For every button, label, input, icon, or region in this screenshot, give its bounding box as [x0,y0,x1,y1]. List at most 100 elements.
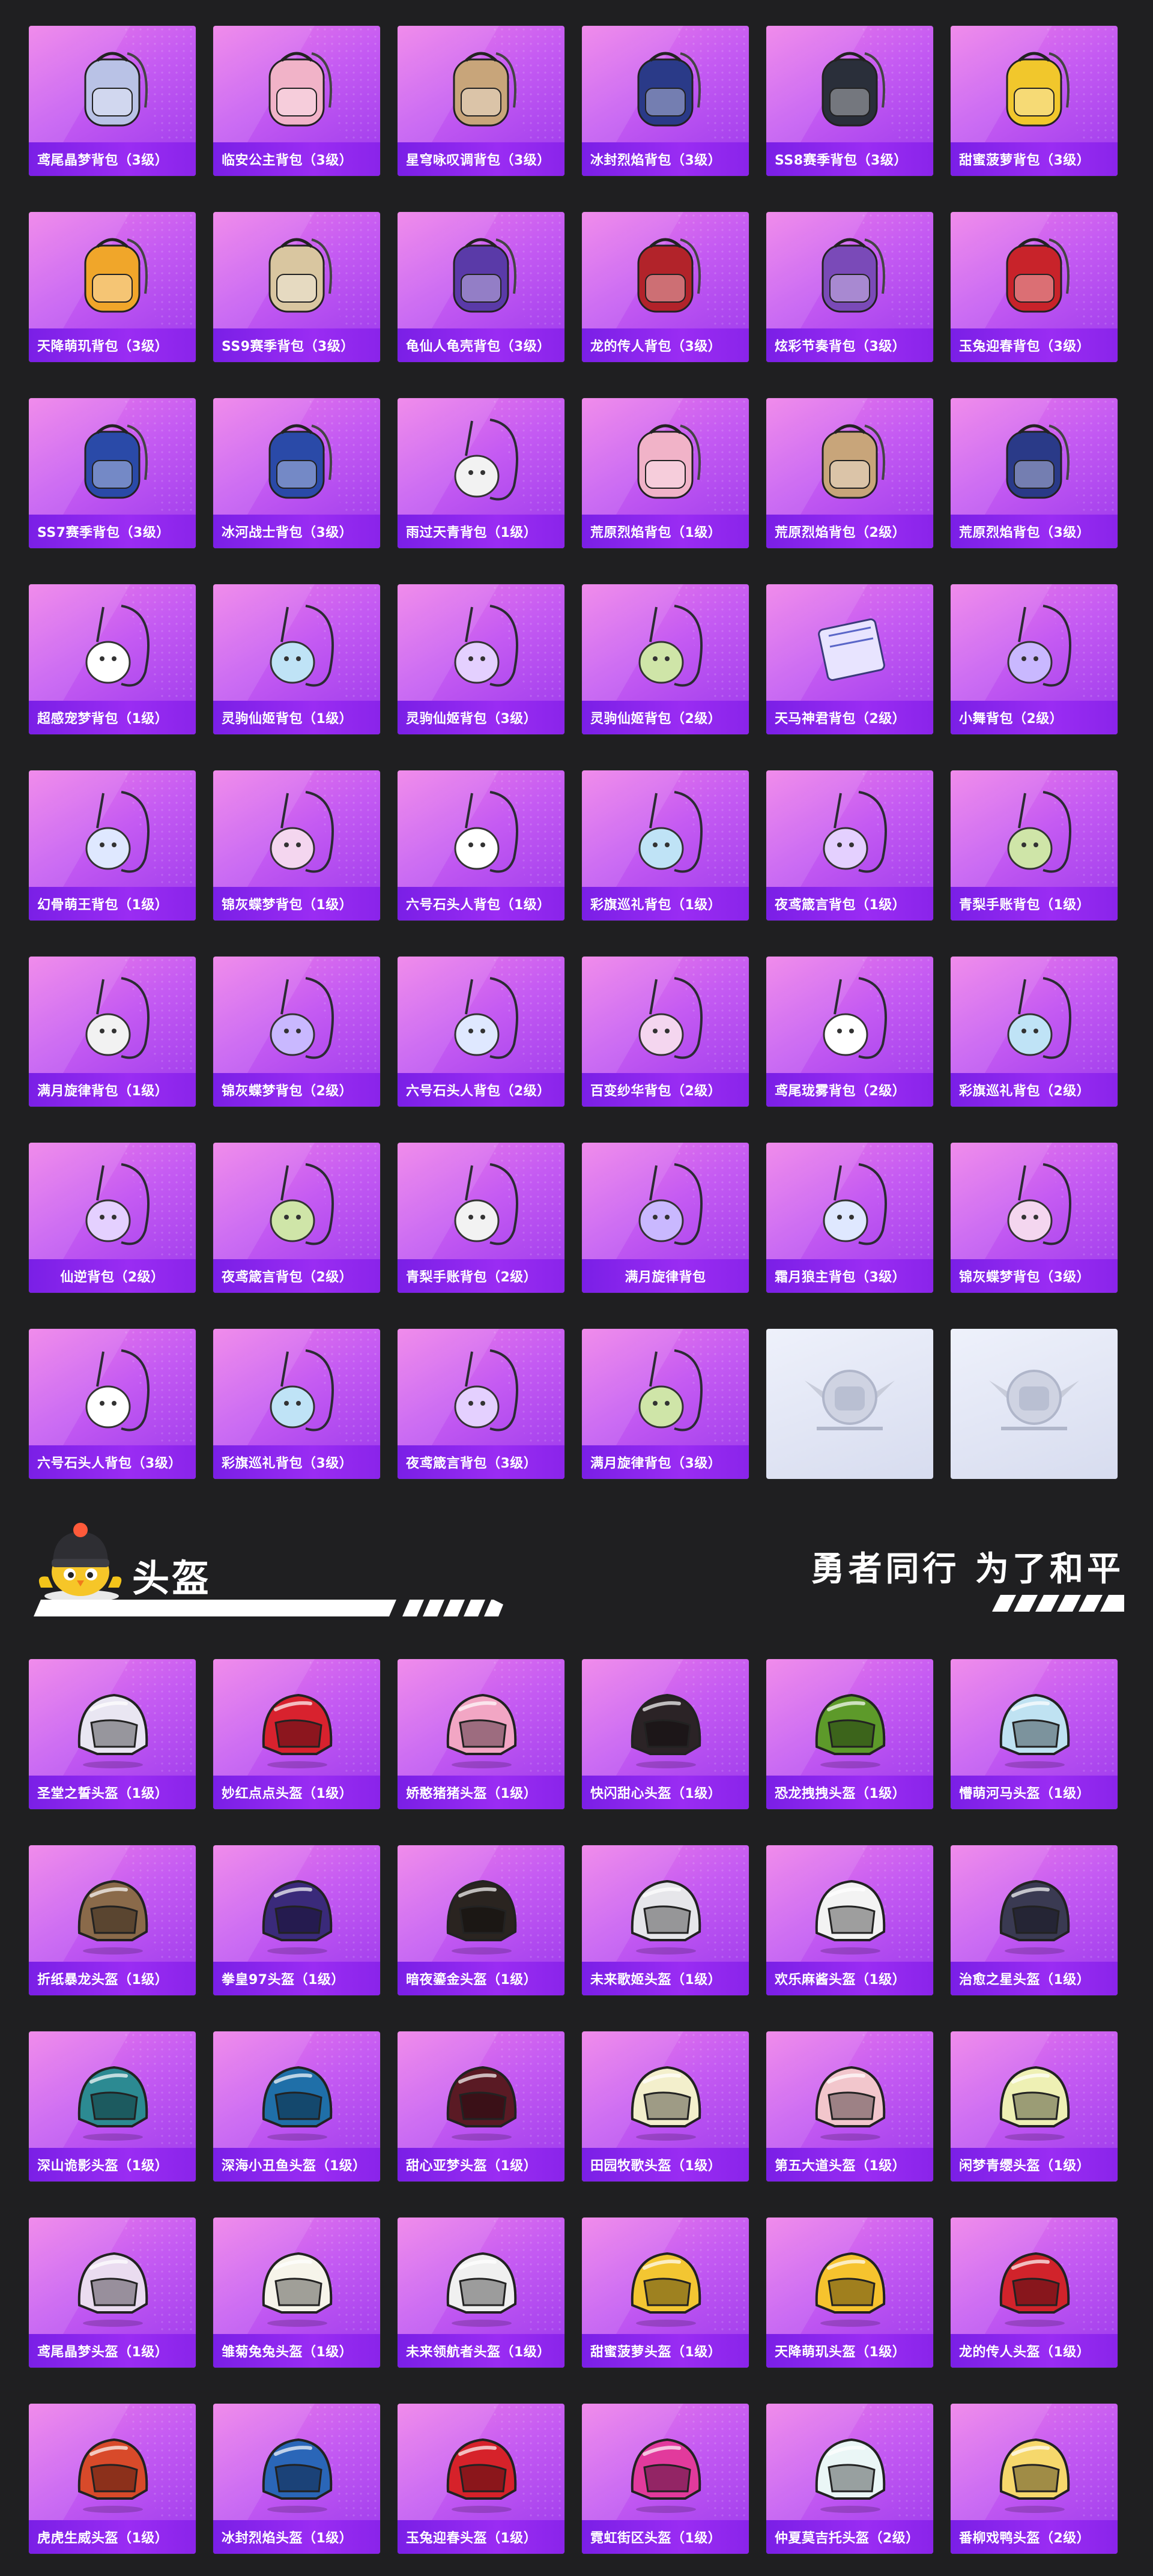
helmet-card[interactable]: 第五大道头盔（1级） [766,2031,933,2181]
helmet-card[interactable]: 欢乐麻酱头盔（1级） [766,1845,933,1995]
item-label: 深海小丑鱼头盔（1级） [213,2148,380,2181]
helmet-card[interactable]: 仲夏莫吉托头盔（2级） [766,2404,933,2554]
item-label: 欢乐麻酱头盔（1级） [766,1962,933,1995]
backpack-icon [608,41,722,141]
helmet-card[interactable]: 未来歌姬头盔（1级） [582,1845,749,1995]
backpack-card[interactable]: 灵驹仙姬背包（2级） [582,584,749,734]
item-label: 玉兔迎春头盔（1级） [398,2520,564,2554]
helmet-icon [55,2419,169,2518]
backpack-card[interactable]: 锦灰蝶梦背包（3级） [951,1143,1118,1293]
helmet-icon [977,2047,1091,2146]
helmet-card[interactable]: 折纸暴龙头盔（1级） [29,1845,196,1995]
backpack-card[interactable]: 夜鸢箴言背包（1级） [766,770,933,921]
helmet-card[interactable]: 田园牧歌头盔（1级） [582,2031,749,2181]
backpack-card[interactable]: 鸢尾晶梦背包（3级） [29,26,196,176]
helmet-card[interactable]: 番柳戏鸭头盔（2级） [951,2404,1118,2554]
backpack-card[interactable]: 甜蜜菠萝背包（3级） [951,26,1118,176]
helmet-card[interactable]: 恐龙拽拽头盔（1级） [766,1659,933,1809]
helmet-card[interactable]: 冰封烈焰头盔（1级） [213,2404,380,2554]
backpack-card[interactable]: 临安公主背包（3级） [213,26,380,176]
backpack-icon [608,228,722,327]
helmet-card[interactable]: 闲梦青缨头盔（1级） [951,2031,1118,2181]
backpack-card[interactable]: 霜月狼主背包（3级） [766,1143,933,1293]
helmet-icon [240,2047,354,2146]
chick-helmet-mascot-icon [38,1523,122,1602]
item-label: 冰封烈焰背包（3级） [582,142,749,176]
backpack-card[interactable]: 六号石头人背包（2级） [398,957,564,1107]
backpack-card[interactable]: 百变纱华背包（2级） [582,957,749,1107]
backpack-card[interactable]: 六号石头人背包（1级） [398,770,564,921]
helmet-card[interactable]: 玉兔迎春头盔（1级） [398,2404,564,2554]
helmet-card[interactable]: 未来领航者头盔（1级） [398,2218,564,2368]
backpack-card[interactable]: 鸢尾珑雾背包（2级） [766,957,933,1107]
item-label: 荒原烈焰背包（1级） [582,515,749,548]
backpack-card[interactable]: 龙的传人背包（3级） [582,212,749,362]
backpack-card[interactable]: 天马神君背包（2级） [766,584,933,734]
pouch-icon [424,786,538,885]
backpack-card[interactable]: 满月旋律背包（1级） [29,957,196,1107]
backpack-card[interactable]: 冰封烈焰背包（3级） [582,26,749,176]
backpack-card[interactable]: 青梨手账背包（2级） [398,1143,564,1293]
helmet-card[interactable]: 龙的传人头盔（1级） [951,2218,1118,2368]
helmet-card[interactable]: 拳皇97头盔（1级） [213,1845,380,1995]
helmet-card[interactable]: 娇憨猪猪头盔（1级） [398,1659,564,1809]
backpack-card[interactable]: 灵驹仙姬背包（1级） [213,584,380,734]
backpack-card[interactable]: 龟仙人龟壳背包（3级） [398,212,564,362]
helmet-card[interactable]: 雏菊兔兔头盔（1级） [213,2218,380,2368]
backpack-card[interactable]: 荒原烈焰背包（1级） [582,398,749,548]
item-label: 鸢尾晶梦背包（3级） [29,142,196,176]
helmet-icon [240,2419,354,2518]
backpack-card[interactable]: 雨过天青背包（1级） [398,398,564,548]
backpack-card[interactable]: 六号石头人背包（3级） [29,1329,196,1479]
backpack-card[interactable]: 灵驹仙姬背包（3级） [398,584,564,734]
backpack-card[interactable]: 夜鸢箴言背包（3级） [398,1329,564,1479]
helmet-card[interactable]: 天降萌玑头盔（1级） [766,2218,933,2368]
backpack-card[interactable]: 彩旗巡礼背包（2级） [951,957,1118,1107]
backpack-card[interactable]: SS9赛季背包（3级） [213,212,380,362]
backpack-card[interactable]: 锦灰蝶梦背包（2级） [213,957,380,1107]
helmet-card[interactable]: 虎虎生威头盔（1级） [29,2404,196,2554]
backpack-card[interactable]: 超感宠梦背包（1级） [29,584,196,734]
helmet-card[interactable]: 霓虹街区头盔（1级） [582,2404,749,2554]
backpack-card[interactable]: SS8赛季背包（3级） [766,26,933,176]
helmet-card[interactable]: 鸢尾晶梦头盔（1级） [29,2218,196,2368]
backpack-card[interactable]: 玉兔迎春背包（3级） [951,212,1118,362]
item-label: 甜心亚梦头盔（1级） [398,2148,564,2181]
backpack-card[interactable]: 天降萌玑背包（3级） [29,212,196,362]
backpack-card[interactable]: 荒原烈焰背包（3级） [951,398,1118,548]
item-label: 冰封烈焰头盔（1级） [213,2520,380,2554]
helmet-card[interactable]: 懵萌河马头盔（1级） [951,1659,1118,1809]
backpack-card[interactable]: 彩旗巡礼背包（3级） [213,1329,380,1479]
helmet-icon [424,2419,538,2518]
helmet-card[interactable]: 甜心亚梦头盔（1级） [398,2031,564,2181]
backpack-icon [424,228,538,327]
backpack-card[interactable]: 锦灰蝶梦背包（1级） [213,770,380,921]
helmet-card[interactable]: 暗夜鎏金头盔（1级） [398,1845,564,1995]
helmet-card[interactable]: 甜蜜菠萝头盔（1级） [582,2218,749,2368]
item-label: 青梨手账背包（1级） [951,887,1118,921]
pouch-icon [424,414,538,513]
helmet-card[interactable]: 治愈之星头盔（1级） [951,1845,1118,1995]
backpack-card[interactable]: 星穹咏叹调背包（3级） [398,26,564,176]
backpack-card[interactable]: 幻骨萌王背包（1级） [29,770,196,921]
item-label: 仙逆背包（2级） [29,1259,196,1293]
backpack-card[interactable]: SS7赛季背包（3级） [29,398,196,548]
helmet-card[interactable]: 深海小丑鱼头盔（1级） [213,2031,380,2181]
backpack-card[interactable]: 彩旗巡礼背包（1级） [582,770,749,921]
backpack-card[interactable]: 荒原烈焰背包（2级） [766,398,933,548]
item-label: 满月旋律背包（1级） [29,1073,196,1107]
item-label: 小舞背包（2级） [951,701,1118,734]
helmet-card[interactable]: 深山诡影头盔（1级） [29,2031,196,2181]
backpack-card[interactable]: 满月旋律背包（3级） [582,1329,749,1479]
backpack-card[interactable]: 夜鸢箴言背包（2级） [213,1143,380,1293]
helmet-card[interactable]: 快闪甜心头盔（1级） [582,1659,749,1809]
backpack-card[interactable]: 仙逆背包（2级） [29,1143,196,1293]
backpack-card[interactable]: 满月旋律背包 [582,1143,749,1293]
backpack-card[interactable]: 冰河战士背包（3级） [213,398,380,548]
backpack-card[interactable]: 小舞背包（2级） [951,584,1118,734]
helmet-card[interactable]: 妙红点点头盔（1级） [213,1659,380,1809]
helmet-card[interactable]: 圣堂之誓头盔（1级） [29,1659,196,1809]
backpack-card[interactable]: 炫彩节奏背包（3级） [766,212,933,362]
backpack-icon [608,414,722,513]
backpack-card[interactable]: 青梨手账背包（1级） [951,770,1118,921]
